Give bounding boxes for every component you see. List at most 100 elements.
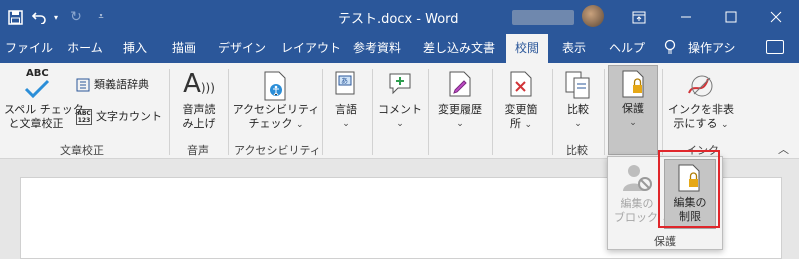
save-icon[interactable] — [2, 3, 28, 31]
protect-button[interactable]: 保護 ⌄ — [608, 65, 658, 155]
tab-mailings[interactable]: 差し込み文書 — [419, 34, 499, 63]
track-changes-icon — [432, 67, 488, 103]
comments-button[interactable]: コメント ⌄ — [376, 67, 424, 131]
tab-insert[interactable]: 挿入 — [115, 34, 155, 63]
chevron-down-icon: ⌄ — [342, 119, 350, 129]
tab-draw[interactable]: 描画 — [164, 34, 204, 63]
spelling-icon: ABC — [4, 67, 68, 103]
new-comment-icon — [376, 67, 424, 103]
accessibility-label-text: チェック — [248, 117, 293, 130]
spelling-label-line2: と文章校正 — [8, 117, 64, 130]
thesaurus-button[interactable]: 類義語辞典 — [76, 78, 166, 92]
group-label-protect: 保護 — [654, 235, 676, 248]
ribbon-tab-bar: ファイル ホーム 挿入 描画 デザイン レイアウト 参考資料 差し込み文書 校閲… — [0, 34, 799, 63]
separator — [228, 69, 229, 155]
chevron-down-icon: ⌄ — [295, 120, 304, 130]
tab-view[interactable]: 表示 — [556, 34, 592, 63]
changes-button[interactable]: 変更箇 所 ⌄ — [496, 67, 546, 132]
track-changes-button[interactable]: 変更履歴 ⌄ — [432, 67, 488, 131]
compare-icon — [556, 67, 600, 103]
hide-ink-button[interactable]: インクを非表 示にする ⌄ — [666, 67, 736, 132]
hide-ink-label-text: 示にする — [673, 117, 718, 130]
title-bar: ▾ ↻ ⩡ テスト.docx - Word — [0, 0, 799, 34]
hide-ink-icon — [666, 67, 736, 103]
comments-icon[interactable] — [766, 40, 784, 54]
undo-icon[interactable] — [28, 3, 50, 31]
svg-text:あ: あ — [341, 77, 348, 85]
protect-icon — [609, 66, 657, 102]
tab-review[interactable]: 校閲 — [506, 34, 548, 63]
chevron-down-icon: ⌄ — [396, 119, 404, 129]
chevron-down-icon: ⌄ — [456, 119, 464, 129]
redo-icon[interactable]: ↻ — [62, 3, 90, 31]
minimize-icon[interactable] — [663, 0, 708, 34]
separator — [322, 69, 323, 155]
changes-label-line2: 所 ⌄ — [496, 117, 546, 132]
language-icon: あ — [326, 67, 366, 103]
tab-layout[interactable]: レイアウト — [279, 34, 343, 63]
spelling-label-line1: スペル チェック — [4, 103, 84, 116]
highlight-box — [658, 150, 720, 228]
read-aloud-label-line1: 音声読 — [182, 103, 216, 116]
changes-label-line1: 変更箇 — [504, 103, 538, 116]
word-count-button[interactable]: ABC 123 文字カウント — [76, 109, 166, 125]
chevron-down-icon: ⌄ — [524, 120, 533, 130]
collapse-ribbon-icon[interactable]: ︿ — [778, 141, 789, 157]
spelling-grammar-button[interactable]: ABC スペル チェック と文章校正 — [4, 67, 84, 131]
tab-references[interactable]: 参考資料 — [349, 34, 405, 63]
read-aloud-icon: A))) — [183, 69, 215, 99]
ribbon: ABC スペル チェック と文章校正 類義語辞典 ABC 123 文字カウント … — [0, 63, 799, 159]
block-authors-label-line1: 編集の — [620, 197, 654, 210]
separator — [604, 69, 605, 155]
chevron-down-icon: ⌄ — [574, 119, 582, 129]
customize-qat-icon[interactable]: ⩡ — [90, 3, 112, 31]
language-label: 言語 — [335, 103, 357, 116]
group-label-accessibility: アクセシビリティ — [234, 144, 321, 157]
tab-design[interactable]: デザイン — [212, 34, 272, 63]
separator — [492, 69, 493, 155]
block-authors-button[interactable]: 編集の ブロック ⌄ — [614, 161, 669, 226]
tab-help[interactable]: ヘルプ — [604, 34, 650, 63]
thesaurus-icon — [76, 78, 90, 92]
block-authors-label-line2: ブロック ⌄ — [614, 211, 669, 226]
group-label-compare: 比較 — [566, 144, 588, 157]
maximize-icon[interactable] — [708, 0, 753, 34]
tab-home[interactable]: ホーム — [62, 34, 108, 63]
language-button[interactable]: あ 言語 ⌄ — [326, 67, 366, 131]
separator — [552, 69, 553, 155]
close-icon[interactable] — [753, 0, 798, 34]
undo-dropdown-icon[interactable]: ▾ — [50, 3, 62, 31]
tab-file[interactable]: ファイル — [5, 34, 53, 63]
changes-label-text: 所 — [509, 117, 521, 130]
chevron-down-icon: ⌄ — [629, 118, 637, 128]
accessibility-label-line1: アクセシビリティ — [232, 103, 320, 116]
thesaurus-label: 類義語辞典 — [94, 78, 149, 91]
lightbulb-icon[interactable] — [664, 39, 676, 59]
separator — [372, 69, 373, 155]
document-title: テスト.docx - Word — [338, 12, 459, 27]
chevron-down-icon: ⌄ — [721, 120, 729, 130]
comments-label: コメント — [378, 103, 422, 116]
protect-label: 保護 — [622, 102, 644, 115]
hide-ink-label-line2: 示にする ⌄ — [666, 117, 736, 132]
avatar[interactable] — [582, 5, 604, 27]
compare-button[interactable]: 比較 ⌄ — [556, 67, 600, 131]
compare-label: 比較 — [567, 103, 589, 116]
accessibility-check-button[interactable]: アクセシビリティ チェック ⌄ — [232, 67, 320, 132]
accessibility-icon — [232, 67, 320, 103]
read-aloud-label-line2: み上げ — [182, 117, 216, 130]
separator — [428, 69, 429, 155]
tell-me-search[interactable]: 操作アシ — [688, 34, 748, 63]
read-aloud-button[interactable]: A))) 音声読 み上げ — [173, 67, 225, 131]
quick-access-toolbar: ▾ ↻ ⩡ — [2, 0, 112, 34]
ribbon-display-icon[interactable] — [616, 0, 661, 34]
group-label-proofing: 文章校正 — [60, 144, 104, 157]
accessibility-label-line2: チェック ⌄ — [232, 117, 320, 132]
separator — [662, 69, 663, 155]
user-name[interactable] — [512, 10, 574, 25]
hide-ink-label-line1: インクを非表 — [668, 103, 734, 116]
block-authors-icon — [614, 161, 660, 197]
group-label-speech: 音声 — [187, 144, 209, 157]
word-count-label: 文字カウント — [96, 110, 162, 123]
word-count-icon: ABC 123 — [76, 109, 92, 125]
